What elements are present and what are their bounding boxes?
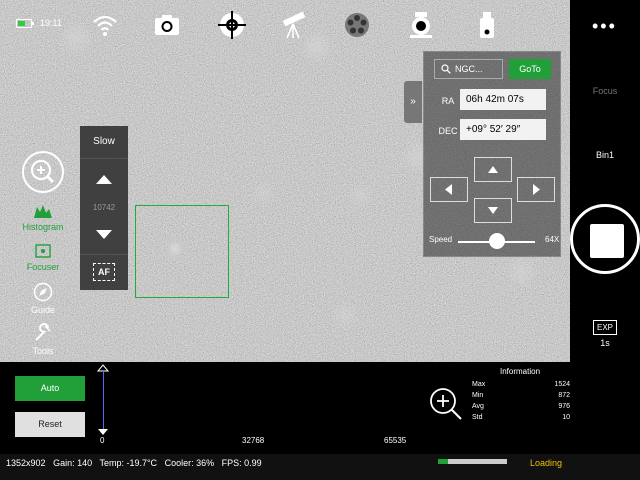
nudge-panel: Slow 10742 AF (80, 126, 128, 290)
info-value: 976 (558, 403, 570, 410)
divider (80, 158, 128, 159)
chevron-down-icon[interactable] (95, 229, 113, 241)
triangle-down-icon (488, 207, 498, 214)
crosshair-icon[interactable] (217, 10, 247, 40)
focuser-tool[interactable]: Focuser (18, 243, 68, 272)
white-point-handle[interactable] (97, 428, 109, 436)
collapse-panel-button[interactable]: » (404, 81, 422, 123)
autofocus-button[interactable]: AF (93, 263, 115, 281)
more-icon[interactable]: ••• (592, 16, 617, 37)
histogram-tool[interactable]: Histogram (18, 203, 68, 232)
search-text: NGC... (455, 64, 483, 74)
fps-text: FPS: 0.99 (221, 458, 262, 468)
histogram-icon (34, 205, 52, 218)
camera-icon[interactable] (152, 10, 182, 40)
tools-tool-label: Tools (32, 346, 54, 356)
guide-tool-label: Guide (30, 305, 56, 315)
info-key: Min (472, 392, 484, 399)
exposure-value[interactable]: 1s (593, 338, 617, 348)
chevron-up-icon[interactable] (95, 173, 113, 185)
ra-label: RA (441, 96, 455, 106)
slew-west-button[interactable] (430, 177, 468, 202)
clock: 19:11 (40, 18, 62, 28)
status-area: 19:11 (16, 18, 62, 28)
goto-panel: NGC... GoTo RA 06h 42m 07s DEC +09° 52′ … (423, 51, 561, 257)
goto-button[interactable]: GoTo (509, 59, 551, 79)
zoom-histogram-icon[interactable] (428, 386, 464, 422)
object-search-field[interactable]: NGC... (434, 59, 503, 79)
divider (80, 254, 128, 255)
info-value: 872 (558, 392, 570, 399)
tools-tool[interactable]: Tools (18, 323, 68, 356)
slew-south-button[interactable] (474, 198, 512, 223)
wifi-icon[interactable] (90, 10, 120, 40)
zoom-button[interactable] (22, 151, 64, 193)
slew-speed-label: Speed (429, 235, 453, 244)
histogram-curve (103, 372, 104, 430)
info-key: Avg (472, 403, 484, 410)
dec-label: DEC (438, 126, 458, 136)
slew-speed-max: 64X (545, 235, 560, 244)
info-key: Max (472, 381, 486, 388)
focus-position: 10742 (92, 203, 116, 212)
focuser-icon[interactable] (406, 10, 436, 40)
histogram-panel (0, 362, 570, 454)
top-bar: 19:11 (0, 0, 570, 50)
status-bar: 1352x902 Gain: 140 Temp: -19.7°C Cooler:… (0, 454, 640, 480)
slew-east-button[interactable] (517, 177, 555, 202)
wrench-icon (35, 323, 51, 341)
resolution-text: 1352x902 (6, 458, 46, 468)
star (330, 300, 360, 330)
histogram-tool-label: Histogram (22, 222, 64, 232)
cooler-text: Cooler: 36% (164, 458, 215, 468)
focus-region-box[interactable] (135, 205, 229, 298)
search-icon (441, 64, 451, 74)
focus-label[interactable]: Focus (570, 86, 640, 96)
triangle-up-icon (488, 166, 498, 173)
bin-label[interactable]: Bin1 (570, 150, 640, 160)
info-key: Std (472, 414, 483, 421)
dec-field[interactable]: +09° 52′ 29″ (460, 119, 546, 140)
star (505, 255, 539, 289)
black-point-handle[interactable] (97, 364, 109, 372)
triangle-right-icon (533, 184, 540, 195)
star (250, 180, 276, 206)
info-value: 1524 (554, 381, 570, 388)
slew-north-button[interactable] (474, 157, 512, 182)
star (348, 182, 374, 208)
slew-speed-knob[interactable] (488, 233, 505, 249)
exposure-label[interactable]: EXP (593, 320, 617, 335)
temp-text: Temp: -19.7°C (99, 458, 158, 468)
loading-status: Loading (530, 458, 563, 468)
loading-progress-bar (438, 459, 507, 464)
reset-button[interactable]: Reset (15, 412, 85, 437)
hist-tick-mid: 32768 (242, 436, 265, 445)
hist-tick-min: 0 (100, 436, 105, 445)
zoom-in-icon (30, 159, 55, 184)
information-title: Information (500, 367, 541, 376)
info-value: 10 (562, 414, 570, 421)
telescope-icon[interactable] (279, 10, 309, 40)
ra-field[interactable]: 06h 42m 07s (460, 89, 546, 110)
compass-icon (33, 282, 53, 302)
auto-stretch-button[interactable]: Auto (15, 376, 85, 401)
gain-text: Gain: 140 (53, 458, 93, 468)
battery-icon (16, 18, 34, 28)
usb-drive-icon[interactable] (472, 10, 502, 40)
focus-icon (35, 244, 51, 258)
guide-tool[interactable]: Guide (18, 282, 68, 315)
triangle-left-icon (445, 184, 452, 195)
camera-stats: 1352x902 Gain: 140 Temp: -19.7°C Cooler:… (6, 458, 262, 468)
stop-square-icon (590, 224, 624, 258)
capture-button[interactable] (570, 204, 640, 274)
speed-mode-label[interactable]: Slow (80, 136, 128, 147)
filter-wheel-icon[interactable] (342, 10, 372, 40)
focuser-tool-label: Focuser (26, 262, 60, 272)
hist-tick-max: 65535 (384, 436, 407, 445)
